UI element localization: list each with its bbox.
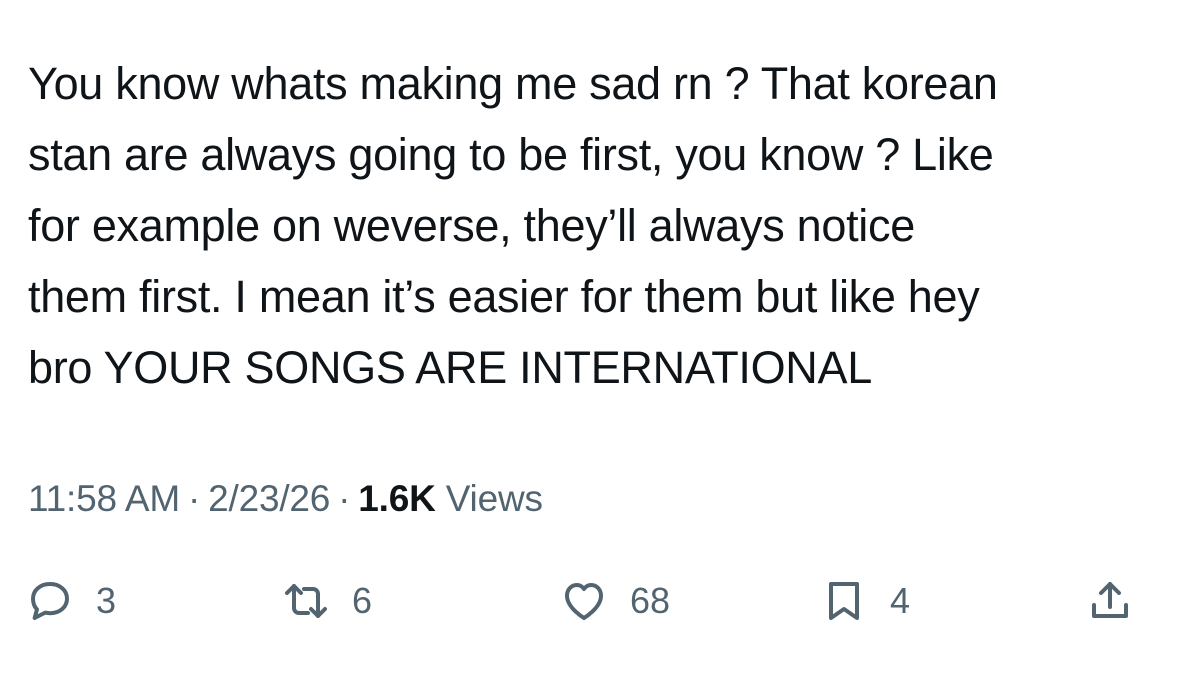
views-count[interactable]: 1.6K [358,478,436,519]
meta-separator: · [338,478,351,519]
retweet-count: 6 [352,580,373,621]
retweet-icon [282,577,330,625]
like-count: 68 [630,580,671,621]
tweet-text-line: them first. I mean it’s easier for them … [28,271,980,322]
tweet-text-line: stan are always going to be first, you k… [28,129,994,180]
bookmark-button[interactable]: 4 [820,566,910,636]
retweet-button[interactable]: 6 [282,566,372,636]
tweet-text-line: You know whats making me sad rn ? That k… [28,58,998,109]
meta-separator: · [187,478,201,519]
tweet-text-line: bro YOUR SONGS ARE INTERNATIONAL [28,342,872,393]
bookmark-icon [820,577,868,625]
tweet-text-line: for example on weverse, they’ll always n… [28,200,915,251]
reply-button[interactable]: 3 [26,566,116,636]
like-button[interactable]: 68 [560,566,670,636]
views-label[interactable]: Views [446,478,543,519]
tweet-meta: 11:58 AM · 2/23/26 · 1.6K Views [28,473,543,525]
share-icon [1086,577,1134,625]
tweet-actions-bar: 3 6 68 4 [0,566,1178,636]
heart-icon [560,577,608,625]
reply-count: 3 [96,580,117,621]
tweet-text: You know whats making me sad rn ? That k… [28,48,1158,403]
bookmark-count: 4 [890,580,911,621]
reply-icon [26,577,74,625]
share-button[interactable] [1086,566,1134,636]
tweet-time[interactable]: 11:58 AM [28,478,180,519]
tweet-date[interactable]: 2/23/26 [208,478,330,519]
